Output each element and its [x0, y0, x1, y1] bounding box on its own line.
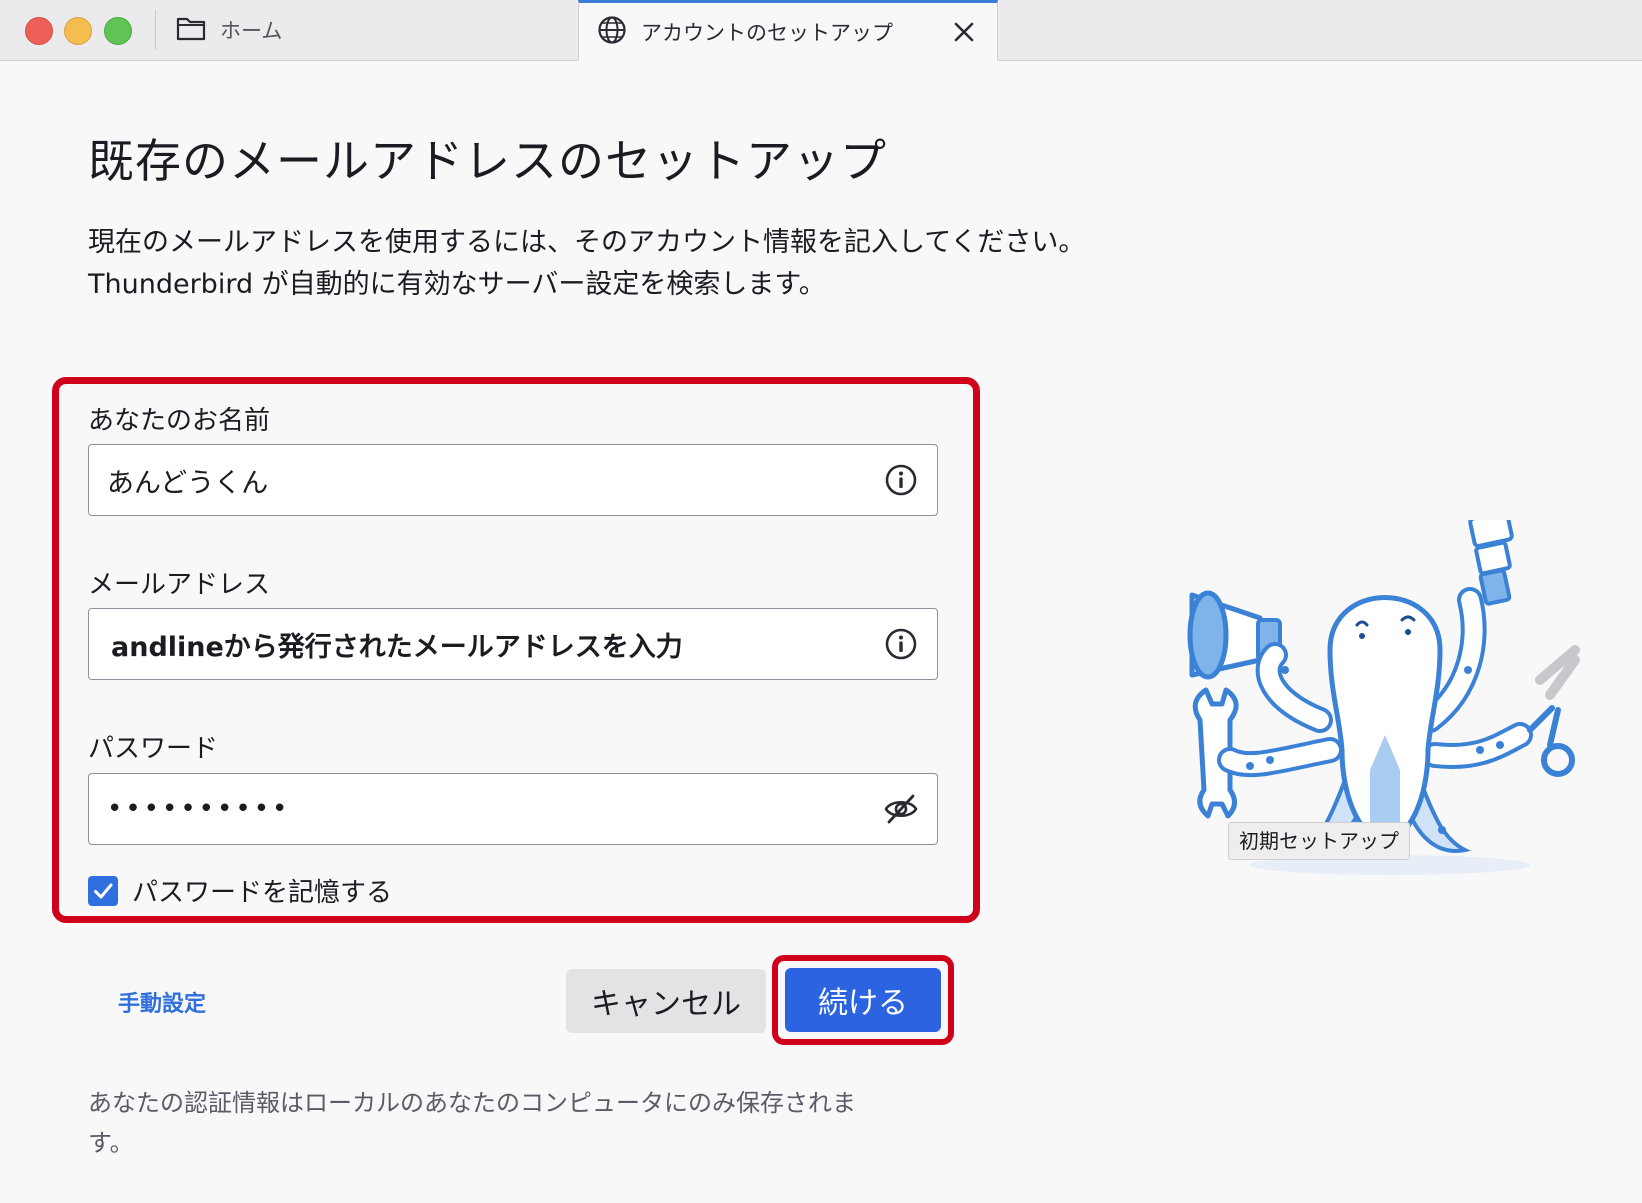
- email-input-value[interactable]: andlineから発行されたメールアドレスを入力: [107, 625, 883, 664]
- email-label: メールアドレス: [88, 570, 271, 600]
- password-label: パスワード: [88, 734, 219, 764]
- credentials-note-line-2: す。: [88, 1129, 134, 1157]
- page-title: 既存のメールアドレスのセットアップ: [88, 134, 887, 188]
- password-field[interactable]: ••••••••••: [88, 773, 938, 845]
- description-line-2: Thunderbird が自動的に有効なサーバー設定を検索します。: [88, 269, 826, 300]
- tab-home[interactable]: ホーム: [172, 0, 576, 60]
- name-label: あなたのお名前: [88, 406, 271, 436]
- folder-icon: [176, 15, 206, 46]
- tab-account-setup[interactable]: アカウントのセットアップ: [578, 0, 998, 61]
- tab-home-label: ホーム: [220, 19, 283, 43]
- minimize-window-button[interactable]: [64, 17, 92, 45]
- titlebar-divider: [155, 10, 156, 50]
- close-tab-icon[interactable]: [949, 17, 979, 47]
- page-description: 現在のメールアドレスを使用するには、そのアカウント情報を記入してください。 Th…: [88, 222, 1085, 306]
- zoom-window-button[interactable]: [104, 17, 132, 45]
- info-icon[interactable]: [883, 462, 919, 498]
- cancel-button[interactable]: キャンセル: [566, 969, 766, 1033]
- remember-password-label: パスワードを記憶する: [132, 878, 393, 908]
- manual-config-link[interactable]: 手動設定: [118, 986, 206, 1018]
- remember-password-row[interactable]: パスワードを記憶する: [88, 872, 392, 909]
- checkmark-icon: [94, 883, 113, 898]
- title-bar: ホーム アカウントのセットアップ: [0, 0, 1642, 61]
- description-line-1: 現在のメールアドレスを使用するには、そのアカウント情報を記入してください。: [88, 227, 1086, 258]
- close-window-button[interactable]: [25, 17, 53, 45]
- remember-password-checkbox[interactable]: [88, 875, 118, 906]
- scissors-icon: [1527, 645, 1580, 777]
- name-field[interactable]: あんどうくん: [88, 444, 938, 516]
- password-input-value[interactable]: ••••••••••: [107, 794, 883, 824]
- credentials-note: あなたの認証情報はローカルのあなたのコンピュータにのみ保存されま す。: [88, 1083, 856, 1163]
- globe-icon: [597, 15, 627, 50]
- info-icon[interactable]: [883, 626, 919, 662]
- eye-slash-icon[interactable]: [883, 791, 919, 827]
- illustration-caption: 初期セットアップ: [1228, 822, 1410, 860]
- name-input-value[interactable]: あんどうくん: [107, 461, 883, 500]
- tab-account-setup-label: アカウントのセットアップ: [641, 21, 893, 45]
- credentials-note-line-1: あなたの認証情報はローカルのあなたのコンピュータにのみ保存されま: [88, 1089, 856, 1117]
- continue-button[interactable]: 続ける: [785, 968, 941, 1032]
- email-field[interactable]: andlineから発行されたメールアドレスを入力: [88, 608, 938, 680]
